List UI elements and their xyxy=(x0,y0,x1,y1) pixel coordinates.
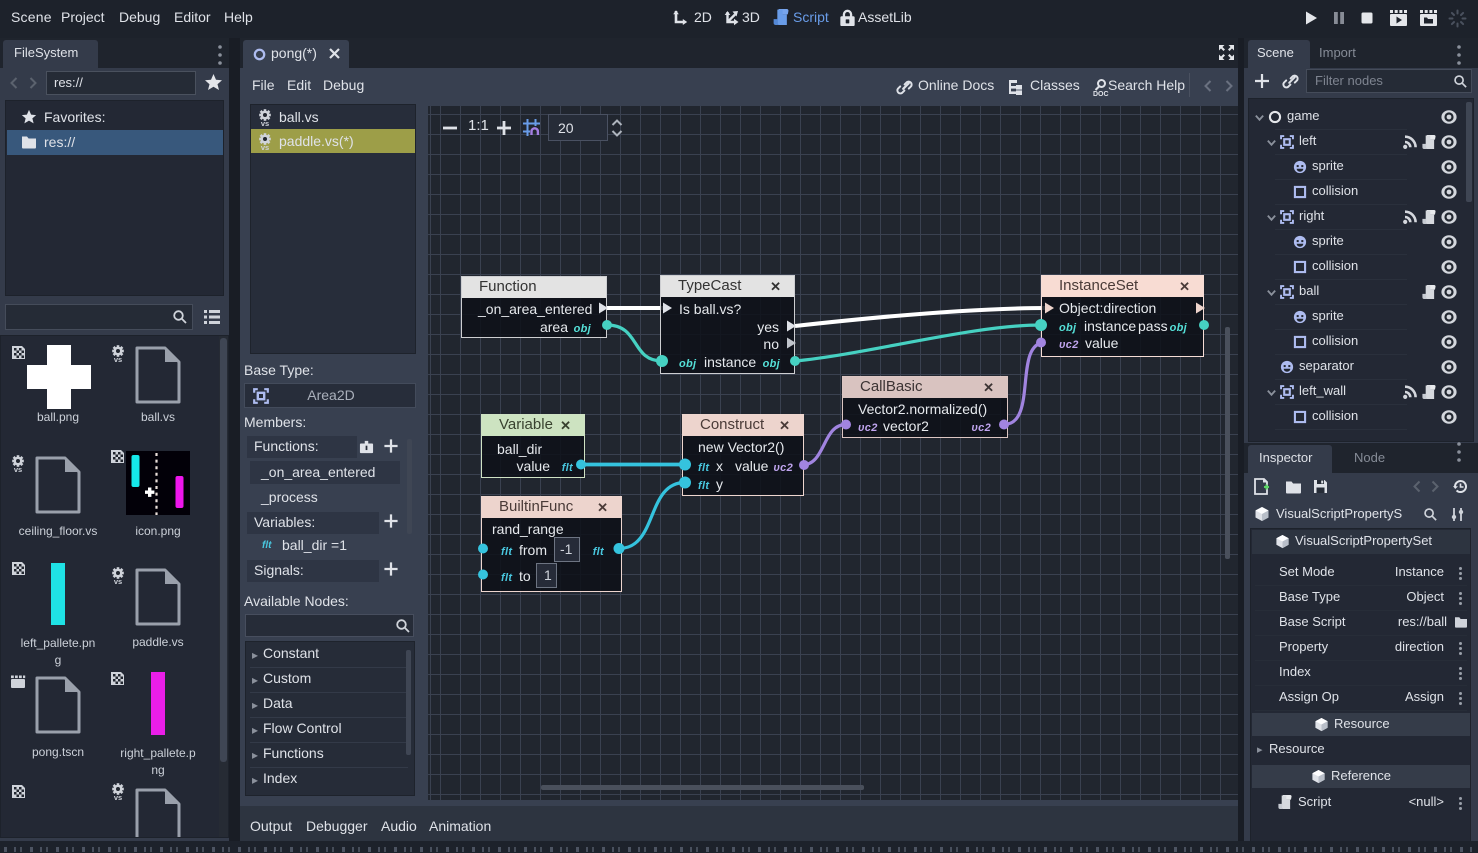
svg-text:DOC: DOC xyxy=(1093,91,1109,97)
